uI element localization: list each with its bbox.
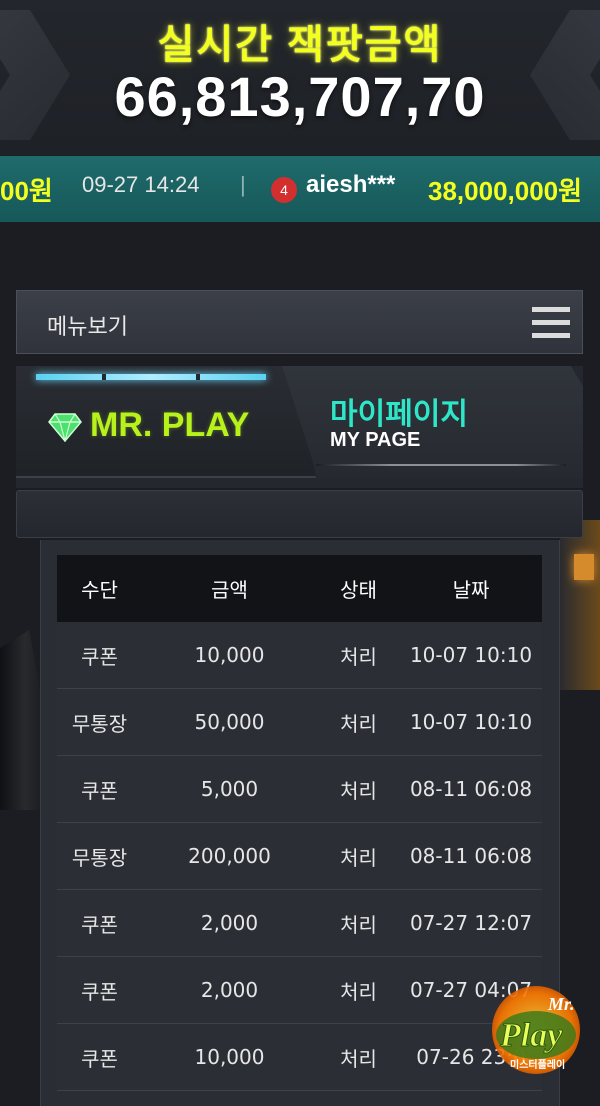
cell-amount: 5,000 bbox=[200, 777, 259, 801]
cell-status: 처리 bbox=[340, 711, 377, 736]
header-amount: 금액 bbox=[211, 578, 248, 602]
cell-date: 08-11 06:08 bbox=[409, 777, 533, 801]
title-underline bbox=[316, 464, 566, 466]
winner-ticker: 00원 09-27 14:24 | aiesh*** 38,000,000원 bbox=[0, 156, 600, 222]
cell-amount: 10,000 bbox=[194, 643, 265, 667]
cell-amount: 200,000 bbox=[188, 844, 271, 868]
table-row: 쿠폰 2,000 처리 07-27 12:07 bbox=[57, 890, 542, 957]
page-title: 마이페이지 bbox=[330, 397, 468, 432]
cell-amount: 10,000 bbox=[194, 1045, 265, 1069]
cell-method: 무통장 bbox=[71, 845, 128, 870]
cell-status: 처리 bbox=[340, 912, 377, 937]
cell-amount: 2,000 bbox=[200, 978, 259, 1002]
history-table: 수단 금액 상태 날짜 쿠폰 10,000 처리 10-07 10:10 무통장… bbox=[57, 555, 542, 1091]
glow-strip bbox=[36, 374, 266, 380]
table-row: 쿠폰 10,000 처리 07-26 23:0 bbox=[57, 1024, 542, 1091]
table-row: 쿠폰 5,000 처리 08-11 06:08 bbox=[57, 756, 542, 823]
svg-text:미스터플레이: 미스터플레이 bbox=[510, 1058, 565, 1071]
table-row: 무통장 200,000 처리 08-11 06:08 bbox=[57, 823, 542, 890]
cell-amount: 2,000 bbox=[200, 911, 259, 935]
cell-amount: 50,000 bbox=[194, 710, 265, 734]
menu-bar[interactable]: 메뉴보기 bbox=[16, 290, 583, 354]
cell-method: 쿠폰 bbox=[81, 1046, 118, 1071]
jackpot-amount: 66,813,707,70 bbox=[114, 65, 486, 128]
cell-status: 처리 bbox=[340, 644, 377, 669]
table-row: 무통장 50,000 처리 10-07 10:10 bbox=[57, 689, 542, 756]
header-status: 상태 bbox=[340, 578, 377, 602]
menu-label: 메뉴보기 bbox=[47, 315, 128, 340]
section-bar bbox=[16, 490, 583, 538]
cell-method: 쿠폰 bbox=[81, 644, 118, 669]
svg-text:Play: Play bbox=[499, 1017, 563, 1054]
header-date: 날짜 bbox=[452, 578, 490, 602]
ticker-amount: 38,000,000원 bbox=[428, 176, 583, 206]
brand-name: MR. PLAY bbox=[90, 406, 250, 444]
cell-method: 쿠폰 bbox=[81, 912, 118, 937]
ticker-separator: | bbox=[240, 172, 246, 197]
cell-date: 07-27 12:07 bbox=[409, 911, 533, 935]
jackpot-title: 실시간 잭팟금액 bbox=[157, 23, 443, 67]
cell-date: 08-11 06:08 bbox=[409, 844, 533, 868]
table-header: 수단 금액 상태 날짜 bbox=[57, 555, 542, 622]
cell-method: 무통장 bbox=[71, 711, 128, 736]
cell-status: 처리 bbox=[340, 778, 377, 803]
diamond-icon bbox=[48, 413, 82, 442]
cell-date: 10-07 10:10 bbox=[409, 643, 533, 667]
cell-method: 쿠폰 bbox=[81, 979, 118, 1004]
cell-status: 처리 bbox=[340, 845, 377, 870]
cell-status: 처리 bbox=[340, 979, 377, 1004]
ticker-date: 09-27 14:24 bbox=[82, 172, 200, 197]
header-method: 수단 bbox=[81, 578, 118, 602]
ticker-prev-amount: 00원 bbox=[0, 176, 53, 206]
mrplay-logo[interactable]: Mr. Play 미스터플레이 bbox=[484, 980, 588, 1076]
hamburger-menu-icon[interactable] bbox=[532, 307, 570, 339]
cell-method: 쿠폰 bbox=[81, 778, 118, 803]
building-decoration bbox=[560, 520, 600, 690]
page-subtitle: MY PAGE bbox=[330, 429, 421, 451]
svg-text:Mr.: Mr. bbox=[547, 994, 575, 1014]
rank-badge: 4 bbox=[271, 177, 297, 203]
cell-status: 처리 bbox=[340, 1046, 377, 1071]
character-silhouette bbox=[0, 630, 42, 810]
ticker-user: aiesh*** bbox=[306, 171, 396, 198]
jackpot-banner: 실시간 잭팟금액 66,813,707,70 bbox=[0, 0, 600, 155]
table-row: 쿠폰 2,000 처리 07-27 04:07 bbox=[57, 957, 542, 1024]
cell-date: 10-07 10:10 bbox=[409, 710, 533, 734]
table-row: 쿠폰 10,000 처리 10-07 10:10 bbox=[57, 622, 542, 689]
